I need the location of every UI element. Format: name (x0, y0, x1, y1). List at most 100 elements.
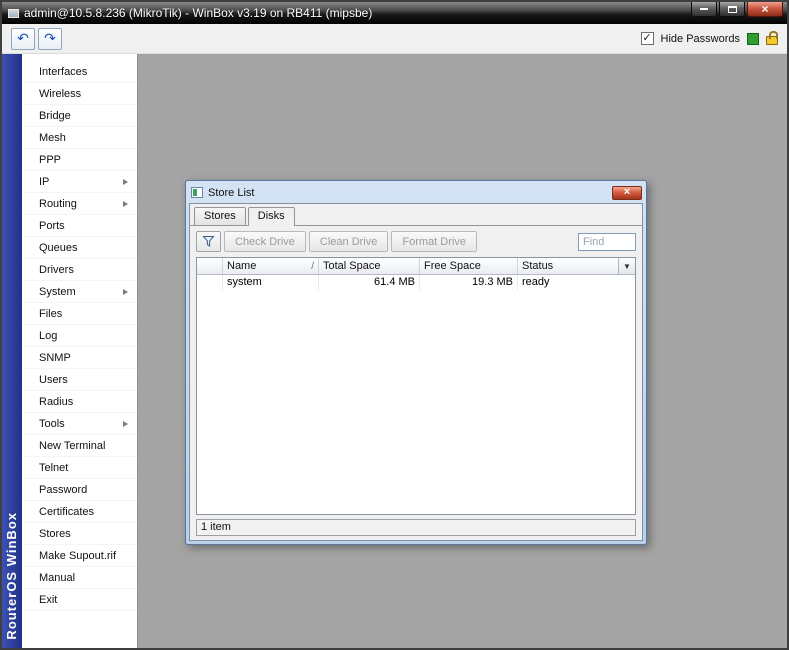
sidebar-item-label: Tools (39, 417, 65, 430)
sidebar-item-label: Interfaces (39, 65, 88, 78)
column-header-total-space[interactable]: Total Space (319, 258, 420, 274)
maximize-button[interactable] (719, 2, 745, 17)
sidebar-item-label: Queues (39, 241, 78, 254)
store-list-titlebar[interactable]: Store List × (189, 184, 643, 203)
sidebar: RouterOS WinBox Interfaces Wireless Brid… (2, 54, 138, 648)
sidebar-item-interfaces[interactable]: Interfaces (22, 61, 137, 83)
sidebar-item-ports[interactable]: Ports (22, 215, 137, 237)
sidebar-item-make-supout[interactable]: Make Supout.rif (22, 545, 137, 567)
sidebar-item-telnet[interactable]: Telnet (22, 457, 137, 479)
submenu-arrow-icon (123, 200, 128, 207)
funnel-icon (202, 236, 215, 247)
hide-passwords-checkbox[interactable]: ✓ (640, 32, 654, 45)
window-controls: × (689, 2, 783, 17)
close-button[interactable]: × (747, 2, 783, 17)
column-label: Name (227, 260, 257, 272)
sidebar-item-routing[interactable]: Routing (22, 193, 137, 215)
sidebar-item-wireless[interactable]: Wireless (22, 83, 137, 105)
submenu-arrow-icon (123, 178, 128, 185)
cell-status: ready (522, 276, 550, 288)
column-select-dropdown[interactable]: ▼ (618, 258, 635, 274)
sidebar-item-label: Certificates (39, 505, 95, 518)
sidebar-item-label: Radius (39, 395, 74, 408)
main-toolbar: ↶ ↷ ✓ Hide Passwords (2, 24, 787, 54)
sidebar-item-label: Stores (39, 527, 71, 540)
sidebar-item-drivers[interactable]: Drivers (22, 259, 137, 281)
sidebar-item-label: Wireless (39, 87, 82, 100)
sidebar-item-exit[interactable]: Exit (22, 589, 137, 611)
sidebar-item-label: SNMP (39, 351, 71, 364)
sidebar-item-label: System (39, 285, 76, 298)
brand-text: RouterOS WinBox (4, 512, 19, 640)
sidebar-item-label: Routing (39, 197, 77, 210)
format-drive-button[interactable]: Format Drive (391, 231, 477, 252)
sidebar-item-label: New Terminal (39, 439, 106, 452)
column-header-blank (197, 258, 223, 274)
sidebar-item-mesh[interactable]: Mesh (22, 127, 137, 149)
connection-indicator (747, 32, 759, 45)
tab-disks[interactable]: Disks (247, 207, 295, 226)
sidebar-item-label: Users (39, 373, 68, 386)
check-drive-button[interactable]: Check Drive (224, 231, 306, 252)
column-header-name[interactable]: Name / (223, 258, 319, 274)
minimize-button[interactable] (691, 2, 717, 17)
close-icon: × (761, 2, 769, 16)
sort-ascending-icon: / (311, 260, 314, 272)
sidebar-item-manual[interactable]: Manual (22, 567, 137, 589)
sidebar-item-queues[interactable]: Queues (22, 237, 137, 259)
sidebar-item-system[interactable]: System (22, 281, 137, 303)
sidebar-item-radius[interactable]: Radius (22, 391, 137, 413)
sidebar-item-label: PPP (39, 153, 62, 166)
app-icon (8, 8, 19, 18)
sidebar-item-snmp[interactable]: SNMP (22, 347, 137, 369)
workspace: Store List × Stores Disks Check Drive Cl… (138, 54, 787, 648)
sidebar-item-label: Exit (39, 593, 58, 606)
column-header-free-space[interactable]: Free Space (420, 258, 518, 274)
store-list-icon (191, 187, 203, 198)
sidebar-item-users[interactable]: Users (22, 369, 137, 391)
sidebar-item-tools[interactable]: Tools (22, 413, 137, 435)
sidebar-item-bridge[interactable]: Bridge (22, 105, 137, 127)
secure-lock-icon (766, 31, 778, 45)
titlebar[interactable]: admin@10.5.8.236 (MikroTik) - WinBox v3.… (2, 2, 787, 24)
status-bar: 1 item (196, 519, 636, 536)
main-area: RouterOS WinBox Interfaces Wireless Brid… (2, 54, 787, 648)
filter-button[interactable] (196, 231, 221, 252)
sidebar-item-label: Make Supout.rif (39, 549, 117, 562)
table-row[interactable]: system 61.4 MB 19.3 MB ready (197, 275, 635, 290)
sidebar-item-stores[interactable]: Stores (22, 523, 137, 545)
column-header-status[interactable]: Status (518, 258, 618, 274)
redo-icon: ↷ (44, 29, 56, 46)
chevron-down-icon: ▼ (623, 261, 631, 271)
sidebar-item-label: Bridge (39, 109, 71, 122)
find-input[interactable] (578, 232, 636, 251)
close-icon: × (623, 185, 631, 198)
tab-stores[interactable]: Stores (194, 207, 246, 225)
sidebar-item-label: Password (39, 483, 88, 496)
sidebar-item-label: Telnet (39, 461, 69, 474)
sidebar-item-label: Drivers (39, 263, 74, 276)
toolbar-right: ✓ Hide Passwords (640, 31, 778, 45)
sidebar-item-ip[interactable]: IP (22, 171, 137, 193)
sidebar-item-ppp[interactable]: PPP (22, 149, 137, 171)
store-list-window: Store List × Stores Disks Check Drive Cl… (185, 180, 647, 545)
sidebar-item-certificates[interactable]: Certificates (22, 501, 137, 523)
cell-flags (197, 275, 223, 290)
minimize-icon (700, 8, 708, 10)
sidebar-item-label: Log (39, 329, 58, 342)
sidebar-item-new-terminal[interactable]: New Terminal (22, 435, 137, 457)
sidebar-item-label: IP (39, 175, 50, 188)
clean-drive-button[interactable]: Clean Drive (308, 231, 389, 252)
redo-button[interactable]: ↷ (38, 27, 62, 50)
cell-total-space: 61.4 MB (319, 275, 420, 290)
store-list-close-button[interactable]: × (612, 185, 642, 200)
hide-passwords-label[interactable]: Hide Passwords (661, 33, 740, 45)
brand-strip: RouterOS WinBox (2, 54, 22, 648)
undo-button[interactable]: ↶ (11, 27, 35, 50)
sidebar-item-label: Files (39, 307, 63, 320)
check-icon: ✓ (642, 32, 652, 44)
sidebar-item-files[interactable]: Files (22, 303, 137, 325)
sidebar-item-password[interactable]: Password (22, 479, 137, 501)
sidebar-item-log[interactable]: Log (22, 325, 137, 347)
submenu-arrow-icon (123, 288, 128, 295)
